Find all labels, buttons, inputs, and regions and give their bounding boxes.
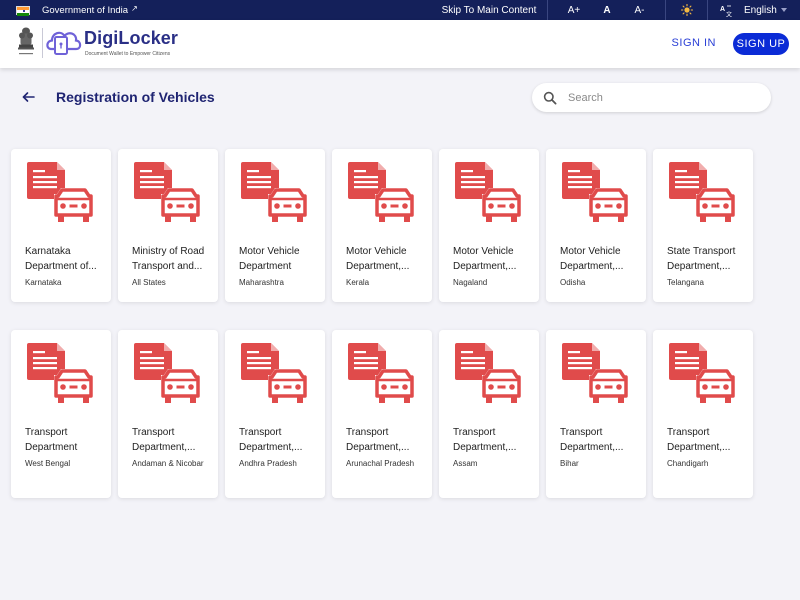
card-title: Transport Department,... [453,427,517,453]
issuer-card[interactable]: Transport Department,... Chandigarh [653,330,753,498]
card-title: Transport Department,... [346,427,410,453]
sign-up-button[interactable]: SIGN UP [733,33,789,55]
card-subtitle: Maharashtra [239,278,284,287]
card-title: Motor Vehicle Department,... [560,246,624,272]
vehicle-document-icon [134,343,202,409]
back-arrow-icon[interactable] [20,88,38,106]
card-title: Transport Department,... [132,427,196,453]
font-normal-button[interactable]: A [600,0,614,20]
svg-text:文: 文 [726,10,732,17]
vehicle-document-icon [348,343,416,409]
page-title: Registration of Vehicles [56,89,215,105]
language-selector[interactable]: English [744,0,800,20]
card-subtitle: Assam [453,459,478,468]
card-row: Karnataka Department of... Karnataka Mini… [11,149,761,302]
sign-in-link[interactable]: SIGN IN [672,37,716,49]
card-subtitle: Kerala [346,278,370,287]
vehicle-document-icon [562,162,630,228]
card-subtitle: Odisha [560,278,586,287]
card-title: Motor Vehicle Department,... [346,246,410,272]
vehicle-document-icon [241,343,309,409]
card-subtitle: Andaman & Nicobar [132,459,204,468]
skip-to-main-content-link[interactable]: Skip To Main Content [435,0,543,20]
vehicle-document-icon [669,162,737,228]
translate-button[interactable]: A 文 [708,0,744,20]
vehicle-document-icon [27,343,95,409]
vehicle-document-icon [562,343,630,409]
card-subtitle: Nagaland [453,278,488,287]
issuer-card[interactable]: State Transport Department,... Telangana [653,149,753,302]
sun-icon [680,4,693,16]
issuer-card[interactable]: Motor Vehicle Department,... Kerala [332,149,432,302]
vehicle-document-icon [455,343,523,409]
government-bar: Government of India ↗ Skip To Main Conte… [0,0,800,20]
svg-text:A: A [720,6,725,13]
vehicle-document-icon [669,343,737,409]
issuer-card[interactable]: Transport Department,... Andaman & Nicoba… [118,330,218,498]
card-subtitle: Telangana [667,278,704,287]
card-title: Karnataka Department of... [25,246,97,272]
issuer-card[interactable]: Motor Vehicle Department,... Nagaland [439,149,539,302]
issuer-card[interactable]: Transport Department,... Assam [439,330,539,498]
site-header: DigiLocker Document Wallet to Empower Ci… [0,20,800,68]
card-row: Transport Department West Bengal Transpor… [11,330,761,498]
theme-toggle-button[interactable] [666,0,707,20]
card-title: Transport Department,... [239,427,303,453]
card-title: Motor Vehicle Department [239,246,300,272]
card-title: Ministry of Road Transport and... [132,246,205,272]
logo-tagline: Document Wallet to Empower Citizens [85,51,171,57]
issuer-card[interactable]: Motor Vehicle Department,... Odisha [546,149,646,302]
font-decrease-button[interactable]: A- [614,0,665,20]
issuer-card[interactable]: Transport Department West Bengal [11,330,111,498]
logo-name[interactable]: DigiLocker [84,28,178,49]
issuer-card[interactable]: Ministry of Road Transport and... All Sta… [118,149,218,302]
digilocker-logo-icon[interactable] [46,27,82,57]
india-flag-icon [16,5,30,16]
issuer-card[interactable]: Transport Department,... Arunachal Prades… [332,330,432,498]
card-subtitle: Chandigarh [667,459,709,468]
card-subtitle: Arunachal Pradesh [346,459,415,468]
search-input[interactable] [568,88,758,107]
issuer-card[interactable]: Transport Department,... Bihar [546,330,646,498]
card-subtitle: West Bengal [25,459,71,468]
vehicle-document-icon [455,162,523,228]
card-title: State Transport Department,... [667,246,736,272]
issuer-grid: Karnataka Department of... Karnataka Mini… [11,149,761,526]
translate-icon: A 文 [720,5,732,17]
search-icon [543,91,557,105]
search-box[interactable] [532,83,771,112]
chevron-down-icon [780,8,787,12]
font-increase-button[interactable]: A+ [548,0,600,20]
card-title: Transport Department,... [667,427,731,453]
card-title: Transport Department [25,427,78,453]
vehicle-document-icon [134,162,202,228]
logo-divider [42,28,43,58]
card-subtitle: Andhra Pradesh [239,459,297,468]
language-label: English [744,4,777,16]
vehicle-document-icon [27,162,95,228]
card-subtitle: Bihar [560,459,579,468]
card-title: Motor Vehicle Department,... [453,246,517,272]
vehicle-document-icon [241,162,309,228]
issuer-card[interactable]: Motor Vehicle Department Maharashtra [225,149,325,302]
national-emblem-icon[interactable] [14,26,38,60]
government-of-india-link[interactable]: Government of India [42,5,128,16]
vehicle-document-icon [348,162,416,228]
external-link-icon: ↗ [131,3,138,13]
card-subtitle: Karnataka [25,278,62,287]
card-title: Transport Department,... [560,427,624,453]
card-subtitle: All States [132,278,166,287]
issuer-card[interactable]: Transport Department,... Andhra Pradesh [225,330,325,498]
issuer-card[interactable]: Karnataka Department of... Karnataka [11,149,111,302]
government-label[interactable]: Government of India ↗ [16,0,138,20]
